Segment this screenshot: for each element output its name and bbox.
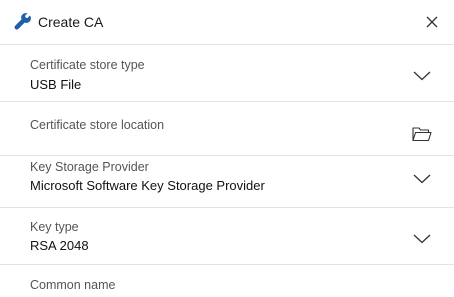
chevron-down-icon xyxy=(413,234,431,244)
common-name-field[interactable]: Common name xyxy=(0,265,454,297)
key-storage-provider-label: Key Storage Provider xyxy=(30,160,149,174)
chevron-down-icon xyxy=(413,174,431,184)
wrench-icon xyxy=(14,13,32,31)
close-button[interactable] xyxy=(420,10,444,34)
certificate-store-location-label: Certificate store location xyxy=(30,118,165,132)
key-type-chevron[interactable] xyxy=(410,227,434,251)
store-type-chevron[interactable] xyxy=(410,64,434,88)
folder-icon xyxy=(412,127,432,142)
key-storage-provider-chevron[interactable] xyxy=(410,167,434,191)
dialog-title: Create CA xyxy=(38,14,104,30)
key-type-value: RSA 2048 xyxy=(30,238,89,253)
close-icon xyxy=(426,16,438,28)
certificate-store-type-value: USB File xyxy=(30,77,82,92)
key-storage-provider-dropdown[interactable]: Key Storage Provider Microsoft Software … xyxy=(0,156,454,208)
key-storage-provider-value: Microsoft Software Key Storage Provider xyxy=(30,178,265,193)
common-name-label: Common name xyxy=(30,278,116,292)
browse-folder-button[interactable] xyxy=(410,122,434,146)
certificate-store-location-field[interactable]: Certificate store location xyxy=(0,102,454,156)
certificate-store-type-label: Certificate store type xyxy=(30,58,145,72)
key-type-dropdown[interactable]: Key type RSA 2048 xyxy=(0,208,454,265)
certificate-store-type-dropdown[interactable]: Certificate store type USB File xyxy=(0,45,454,102)
create-ca-dialog: Create CA Certificate store type USB Fil… xyxy=(0,0,454,297)
key-type-label: Key type xyxy=(30,220,79,234)
title-bar: Create CA xyxy=(0,0,454,45)
chevron-down-icon xyxy=(413,71,431,81)
